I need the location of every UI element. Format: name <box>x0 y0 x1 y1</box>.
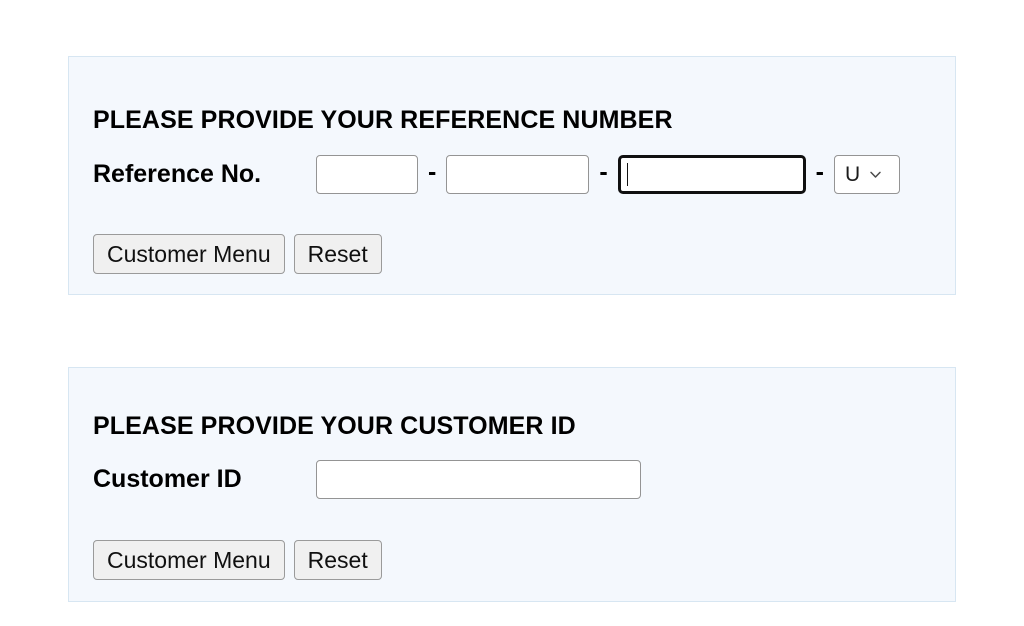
reference-number-panel: PLEASE PROVIDE YOUR REFERENCE NUMBER Ref… <box>68 56 956 295</box>
customer-id-field-row: Customer ID <box>93 460 641 499</box>
reference-segment-2-input[interactable] <box>446 155 590 194</box>
reference-segment-1-input[interactable] <box>316 155 418 194</box>
customer-menu-button[interactable]: Customer Menu <box>93 234 285 274</box>
reference-suffix-selected-value: U <box>844 163 861 186</box>
reset-button[interactable]: Reset <box>293 540 382 580</box>
customer-id-label: Customer ID <box>93 465 242 493</box>
reference-segment-3-wrapper <box>617 155 806 194</box>
separator-dash-1: - <box>428 158 437 186</box>
separator-dash-3: - <box>815 158 824 186</box>
page-root: PLEASE PROVIDE YOUR REFERENCE NUMBER Ref… <box>0 0 1024 626</box>
customer-id-page-title: PLEASE PROVIDE YOUR CUSTOMER ID <box>93 411 576 440</box>
text-cursor <box>626 163 628 186</box>
customer-id-panel: PLEASE PROVIDE YOUR CUSTOMER ID Customer… <box>68 367 956 602</box>
reference-number-field-row: Reference No. - - - U <box>93 155 900 194</box>
reference-suffix-select[interactable]: U <box>833 155 900 194</box>
reference-panel-button-row: Customer Menu Reset <box>93 234 382 274</box>
reference-segment-3-input[interactable] <box>617 155 806 194</box>
customer-id-input[interactable] <box>316 460 641 499</box>
reference-no-label: Reference No. <box>93 160 262 188</box>
customer-panel-button-row: Customer Menu Reset <box>93 540 382 580</box>
separator-dash-2: - <box>599 158 608 186</box>
customer-menu-button[interactable]: Customer Menu <box>93 540 285 580</box>
page-title: PLEASE PROVIDE YOUR REFERENCE NUMBER <box>93 105 673 134</box>
chevron-down-icon <box>869 168 882 181</box>
reset-button[interactable]: Reset <box>293 234 382 274</box>
